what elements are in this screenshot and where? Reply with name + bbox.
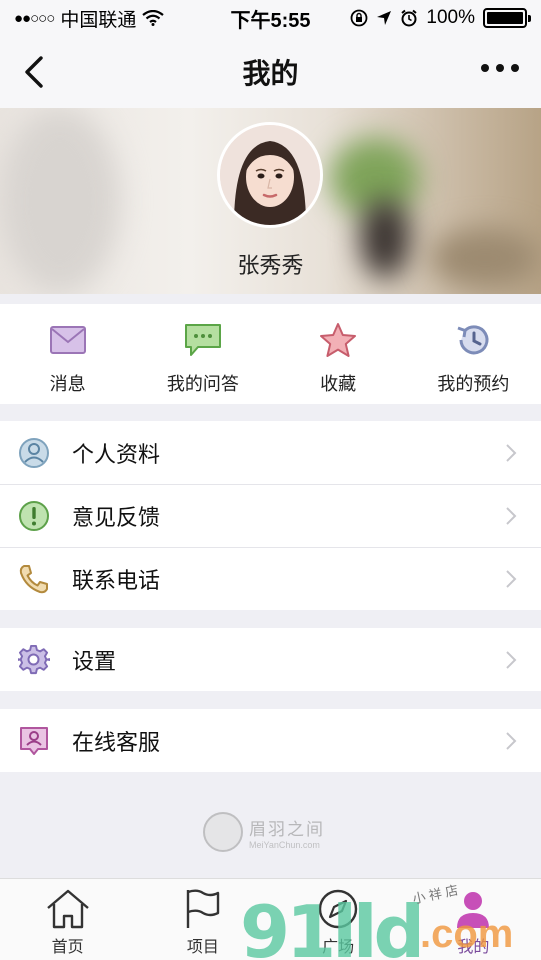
quick-action-appointments[interactable]: 我的预约 — [406, 304, 541, 404]
brand-watermark: 眉羽之间 MeiYanChun.com — [203, 812, 325, 852]
envelope-icon — [48, 320, 88, 360]
chevron-right-icon — [506, 507, 517, 525]
profile-icon — [449, 887, 497, 931]
quick-action-favorites[interactable]: 收藏 — [271, 304, 406, 404]
avatar[interactable] — [217, 122, 323, 228]
brand-name-cn: 眉羽之间 — [249, 819, 325, 839]
tab-bar: 首页 项目 广场 我的 — [0, 878, 541, 960]
carrier-name: 中国联通 — [60, 9, 137, 31]
battery-icon — [483, 8, 531, 28]
menu-item-label: 联系电话 — [72, 567, 161, 593]
chevron-right-icon — [506, 732, 517, 750]
brand-text: 眉羽之间 MeiYanChun.com — [249, 815, 325, 850]
quick-actions: 消息 我的问答 收藏 我的预约 — [0, 304, 541, 404]
quick-action-label: 我的问答 — [166, 374, 239, 394]
gear-icon — [18, 644, 50, 676]
menu-group-settings: 设置 — [0, 628, 541, 691]
menu-item-settings[interactable]: 设置 — [0, 628, 541, 691]
tab-projects[interactable]: 项目 — [135, 879, 270, 960]
more-dot-icon — [496, 64, 504, 72]
flag-icon — [179, 887, 227, 931]
back-button[interactable] — [16, 54, 52, 90]
tab-label: 项目 — [186, 939, 219, 956]
more-button[interactable] — [481, 64, 519, 72]
menu-item-feedback[interactable]: 意见反馈 — [0, 484, 541, 547]
menu-item-online-support[interactable]: 在线客服 — [0, 709, 541, 772]
tab-label: 首页 — [51, 939, 84, 956]
support-icon — [18, 725, 50, 757]
status-left: ●●○○○ 中国联通 — [14, 5, 165, 32]
menu-item-contact-phone[interactable]: 联系电话 — [0, 547, 541, 610]
menu-group-profile: 个人资料 意见反馈 联系电话 — [0, 421, 541, 610]
location-arrow-icon — [377, 11, 392, 25]
tab-mine[interactable]: 我的 — [406, 879, 541, 960]
status-right: 100% — [350, 7, 531, 29]
chat-bubble-icon — [183, 320, 223, 360]
menu-item-label: 设置 — [72, 648, 117, 674]
menu-item-label: 意见反馈 — [72, 504, 161, 530]
menu-item-personal-info[interactable]: 个人资料 — [0, 421, 541, 484]
battery-level — [487, 12, 523, 24]
chevron-left-icon — [25, 56, 43, 88]
wifi-icon — [142, 10, 165, 26]
tab-label: 我的 — [457, 939, 490, 956]
battery-percent: 100% — [426, 7, 475, 28]
tab-home[interactable]: 首页 — [0, 879, 135, 960]
quick-action-label: 收藏 — [320, 374, 357, 394]
signal-icon: ●●○○○ — [14, 9, 55, 27]
tab-label: 广场 — [322, 939, 355, 956]
feedback-icon — [18, 500, 50, 532]
menu-group-support: 在线客服 — [0, 709, 541, 772]
nav-bar: 我的 — [0, 36, 541, 108]
brand-logo-icon — [203, 812, 243, 852]
page-title: 我的 — [242, 58, 299, 89]
quick-action-my-qa[interactable]: 我的问答 — [135, 304, 270, 404]
quick-action-messages[interactable]: 消息 — [0, 304, 135, 404]
more-dot-icon — [481, 64, 489, 72]
rotation-lock-icon — [350, 9, 368, 27]
status-bar: ●●○○○ 中国联通 下午5:55 100% — [0, 0, 541, 36]
more-dot-icon — [511, 64, 519, 72]
chevron-right-icon — [506, 570, 517, 588]
star-icon — [318, 320, 358, 360]
user-name: 张秀秀 — [237, 253, 304, 278]
brand-name-en: MeiYanChun.com — [249, 839, 320, 850]
alarm-icon — [401, 9, 418, 27]
menu-item-label: 个人资料 — [72, 441, 161, 467]
compass-icon — [314, 887, 362, 931]
history-clock-icon — [453, 320, 493, 360]
tab-square[interactable]: 广场 — [271, 879, 406, 960]
chevron-right-icon — [506, 651, 517, 669]
quick-action-label: 我的预约 — [437, 374, 510, 394]
chevron-right-icon — [506, 444, 517, 462]
avatar-photo — [220, 125, 320, 225]
quick-action-label: 消息 — [49, 374, 86, 394]
user-icon — [18, 437, 50, 469]
menu-item-label: 在线客服 — [72, 729, 161, 755]
phone-icon — [18, 563, 50, 595]
home-icon — [44, 887, 92, 931]
